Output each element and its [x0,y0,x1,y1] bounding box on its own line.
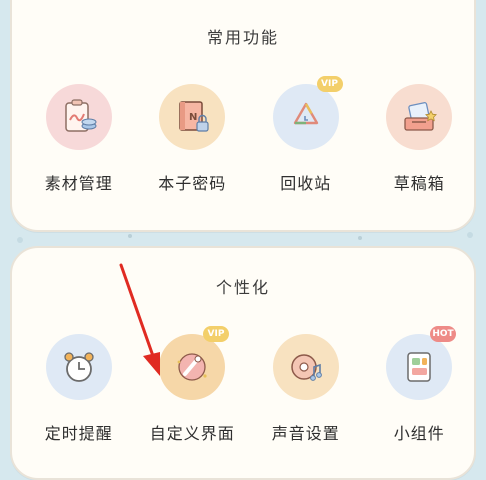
widget-label: 小组件 [393,424,445,443]
drafts-label: 草稿箱 [393,174,445,193]
notebook-lock-icon: N [159,84,226,150]
custom-interface-label: 自定义界面 [149,424,235,443]
material-management-label: 素材管理 [44,174,113,193]
recycle-bin-label: 回收站 [280,174,332,193]
drafts-icon [386,84,453,150]
widget-icon [386,334,453,400]
material-management-item[interactable]: 素材管理 [24,84,134,194]
sound-settings-item[interactable]: 声音设置 [251,334,361,444]
drafts-item[interactable]: 草稿箱 [365,84,475,194]
widget-item[interactable]: HOT 小组件 [365,326,475,444]
common-functions-title: 常用功能 [206,28,279,47]
timed-reminder-item[interactable]: 定时提醒 [24,334,134,444]
personalization-card: 个性化 定时提醒 VIP 自定义界面 声音设置 HOT 小组件 [10,246,476,480]
recycle-bin-item[interactable]: VIP 回收站 [251,76,361,194]
hot-badge: HOT [430,326,456,342]
material-management-icon [45,84,112,150]
timed-reminder-label: 定时提醒 [44,424,113,443]
paint-brush-icon [159,334,226,400]
recycle-icon [272,84,339,150]
music-disc-icon [272,334,339,400]
personalization-title: 个性化 [215,278,270,297]
sound-settings-label: 声音设置 [271,424,340,443]
notebook-password-item[interactable]: N 本子密码 [138,84,248,194]
common-functions-card: 常用功能 素材管理 N 本子密码 VIP 回收站 草稿箱 [10,0,476,232]
notebook-password-label: 本子密码 [158,174,227,193]
svg-text:N: N [189,112,197,123]
alarm-clock-icon [45,334,112,400]
vip-badge: VIP [316,76,343,92]
vip-badge: VIP [203,326,229,342]
custom-interface-item[interactable]: VIP 自定义界面 [138,326,248,444]
